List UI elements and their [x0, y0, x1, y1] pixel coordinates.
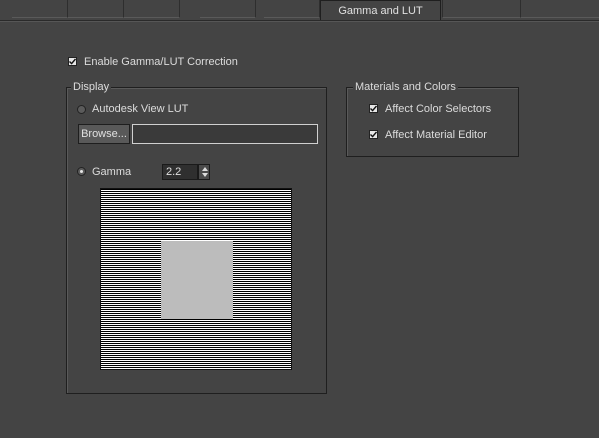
tab-gamma-and-lut[interactable]: Gamma and LUT — [320, 0, 441, 20]
checkmark-icon — [69, 58, 76, 65]
tab-inactive[interactable] — [124, 0, 180, 18]
browse-button[interactable]: Browse... — [78, 124, 130, 144]
enable-gamma-lut-checkbox[interactable] — [68, 57, 77, 66]
tab-inactive[interactable] — [12, 0, 68, 18]
autodesk-view-lut-label[interactable]: Autodesk View LUT — [92, 103, 188, 115]
enable-gamma-lut-label[interactable]: Enable Gamma/LUT Correction — [84, 56, 238, 68]
tab-inactive[interactable] — [264, 0, 320, 18]
tab-strip: Gamma and LUT — [0, 0, 599, 20]
autodesk-view-lut-radio[interactable] — [77, 105, 86, 114]
gamma-label[interactable]: Gamma — [92, 166, 131, 178]
affect-material-editor-label[interactable]: Affect Material Editor — [385, 129, 487, 141]
tab-inactive[interactable] — [68, 0, 124, 18]
gamma-preview-solid-patch — [161, 241, 233, 319]
lut-path-field[interactable] — [132, 124, 318, 144]
affect-material-editor-checkbox[interactable] — [369, 130, 378, 139]
gamma-preview-pattern — [100, 188, 292, 370]
tab-inactive[interactable] — [200, 0, 256, 18]
checkmark-icon — [370, 131, 377, 138]
gamma-value-field[interactable]: 2.2 — [162, 164, 198, 180]
spinner-up-icon[interactable] — [202, 167, 208, 171]
tab-panel-highlight — [0, 21, 599, 22]
checkmark-icon — [370, 105, 377, 112]
affect-color-selectors-checkbox[interactable] — [369, 104, 378, 113]
display-group-legend: Display — [71, 81, 112, 93]
materials-and-colors-legend: Materials and Colors — [353, 81, 458, 93]
gamma-spinner[interactable] — [198, 164, 210, 180]
materials-and-colors-group — [346, 87, 519, 157]
tab-inactive[interactable] — [520, 0, 599, 18]
spinner-down-icon[interactable] — [202, 173, 208, 177]
tab-inactive[interactable] — [442, 0, 521, 18]
affect-color-selectors-label[interactable]: Affect Color Selectors — [385, 103, 491, 115]
gamma-radio[interactable] — [77, 167, 86, 176]
